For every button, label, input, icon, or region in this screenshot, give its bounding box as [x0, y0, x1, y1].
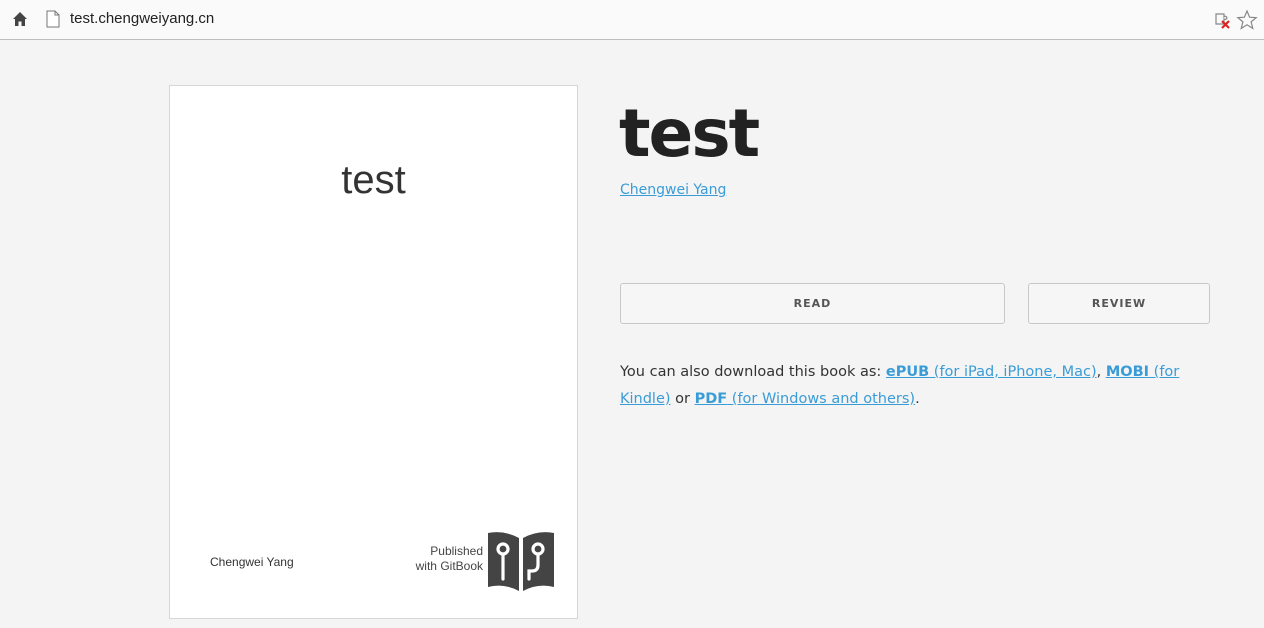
published-line-2: with GitBook [415, 559, 483, 573]
home-icon[interactable] [12, 11, 28, 27]
author-link[interactable]: Chengwei Yang [620, 182, 726, 198]
epub-link[interactable]: ePUB (for iPad, iPhone, Mac) [886, 364, 1097, 380]
download-intro: You can also download this book as: [620, 364, 886, 380]
gitbook-logo-icon [488, 532, 554, 591]
address-bar: test.chengweiyang.cn [0, 0, 1264, 40]
published-line-1: Published [430, 544, 483, 558]
cover-author: Chengwei Yang [210, 555, 294, 569]
review-button[interactable]: REVIEW [1028, 283, 1210, 324]
url-text[interactable]: test.chengweiyang.cn [70, 10, 214, 27]
cover-title: test [341, 158, 406, 202]
download-text: You can also download this book as: ePUB… [620, 364, 1180, 407]
bookmark-star-icon[interactable] [1236, 9, 1258, 31]
pdf-link[interactable]: PDF (for Windows and others) [695, 391, 915, 407]
cover-published-text: Published with GitBook [396, 544, 483, 574]
book-cover: test Chengwei Yang Published with GitBoo… [169, 85, 578, 619]
book-title: test [619, 95, 760, 172]
extension-blocked-icon[interactable] [1212, 10, 1232, 30]
page-icon [46, 10, 60, 28]
read-button[interactable]: READ [620, 283, 1005, 324]
